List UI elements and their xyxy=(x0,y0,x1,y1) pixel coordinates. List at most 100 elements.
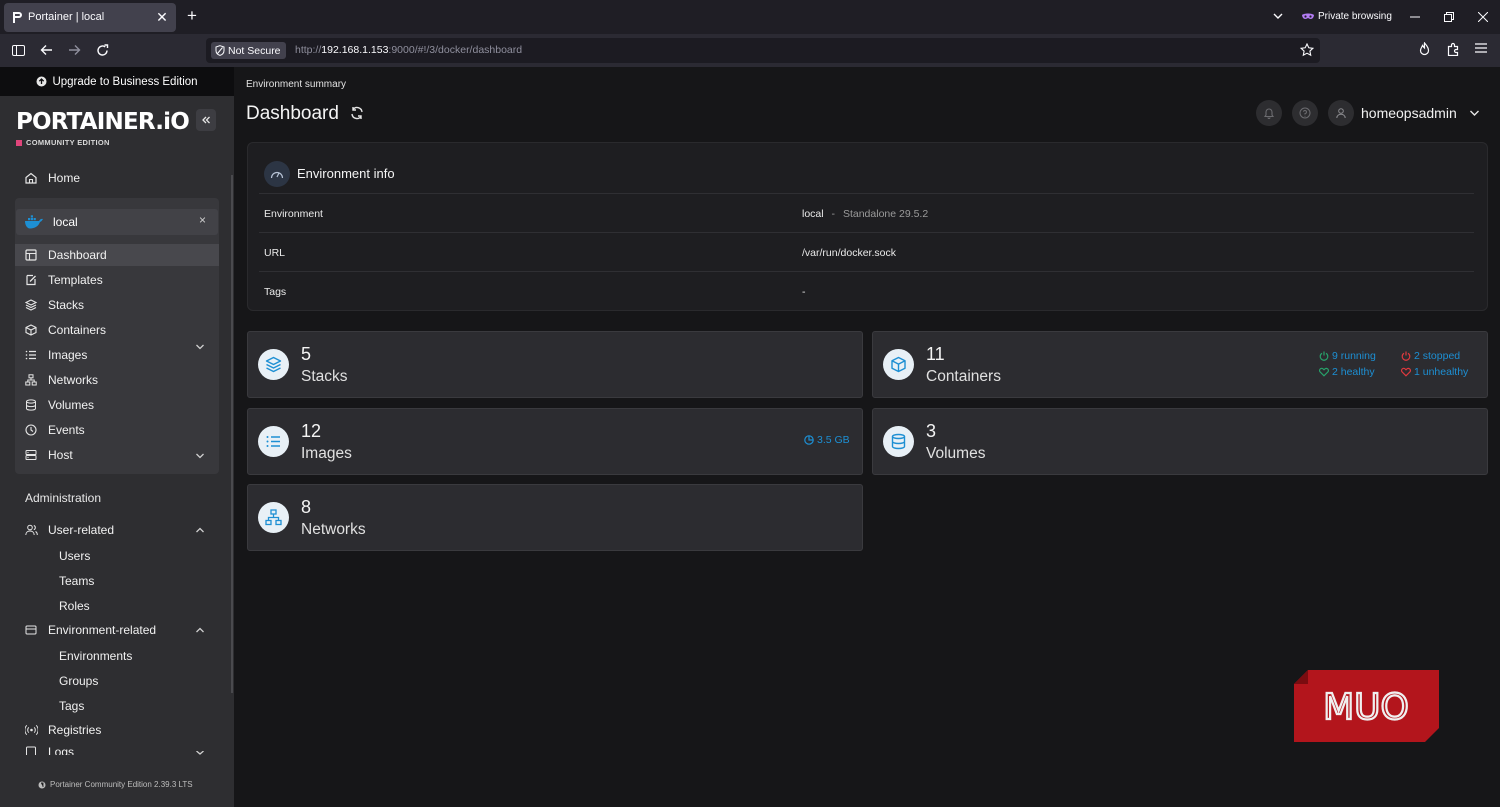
version-text: Portainer Community Edition 2.39.3 LTS xyxy=(50,780,193,789)
containers-icon xyxy=(883,349,914,380)
containers-card[interactable]: 11 Containers 9 running 2 stopped 2 heal… xyxy=(872,331,1488,398)
images-card[interactable]: 12 Images 3.5 GB xyxy=(247,408,863,475)
chevron-up-icon[interactable] xyxy=(195,626,205,634)
muo-watermark-logo: MUO xyxy=(1294,670,1439,742)
user-icon xyxy=(1336,108,1346,119)
url-text[interactable]: http://192.168.1.153:9000/#!/3/docker/da… xyxy=(295,44,522,56)
refresh-icon[interactable] xyxy=(350,106,364,120)
sidebar-item-label: Dashboard xyxy=(48,248,107,262)
back-button[interactable] xyxy=(37,41,55,59)
sidebar-item-templates[interactable]: Templates xyxy=(24,270,103,290)
brand-square-icon xyxy=(16,139,22,146)
stacks-card[interactable]: 5 Stacks xyxy=(247,331,863,398)
sidebar-item-events[interactable]: Events xyxy=(24,420,85,440)
env-row-url-value: /var/run/docker.sock xyxy=(802,247,896,259)
host-icon xyxy=(24,448,38,462)
not-secure-badge[interactable]: Not Secure xyxy=(211,42,286,59)
restore-button[interactable] xyxy=(1432,8,1466,26)
private-browsing-indicator: Private browsing xyxy=(1302,11,1392,22)
arrow-left-icon xyxy=(40,45,52,55)
sidebar-toggle-button[interactable] xyxy=(9,41,27,59)
unhealthy-status: 1 unhealthy xyxy=(1401,366,1468,378)
networks-label: Networks xyxy=(301,521,366,538)
help-button[interactable] xyxy=(1292,100,1318,126)
dashboard-icon xyxy=(24,248,38,262)
username[interactable]: homeopsadmin xyxy=(1361,105,1457,121)
sidebar-item-home[interactable]: Home xyxy=(24,168,80,188)
sidebar-item-environment-related[interactable]: Environment-related xyxy=(24,620,156,640)
url-path: :9000/#!/3/docker/dashboard xyxy=(388,44,523,56)
help-circle-icon xyxy=(1299,107,1311,119)
chevron-down-icon[interactable] xyxy=(195,343,205,351)
close-icon xyxy=(1478,12,1488,22)
sidebar-item-tags[interactable]: Tags xyxy=(59,699,84,713)
private-mask-icon xyxy=(1302,13,1314,19)
portainer-logo[interactable]: PORTAINER.iO xyxy=(16,109,190,135)
sidebar-item-label: Registries xyxy=(48,723,102,737)
networks-card[interactable]: 8 Networks xyxy=(247,484,863,551)
sidebar-item-label: Events xyxy=(48,423,85,437)
user-avatar[interactable] xyxy=(1328,100,1354,126)
sidebar-item-roles[interactable]: Roles xyxy=(59,599,90,613)
minimize-button[interactable] xyxy=(1398,8,1432,26)
chevron-down-icon[interactable] xyxy=(1469,109,1480,117)
sidebar-scrollbar[interactable] xyxy=(231,175,233,693)
sidebar-item-users[interactable]: Users xyxy=(59,549,90,563)
list-all-tabs-button[interactable] xyxy=(1272,10,1284,22)
volumes-card[interactable]: 3 Volumes xyxy=(872,408,1488,475)
reload-icon xyxy=(96,43,108,56)
version-footer: Portainer Community Edition 2.39.3 LTS xyxy=(38,780,193,789)
new-tab-button[interactable]: + xyxy=(183,6,201,26)
sidebar-item-host[interactable]: Host xyxy=(24,445,73,465)
sidebar-item-networks[interactable]: Networks xyxy=(24,370,98,390)
heart-healthy-icon xyxy=(1319,367,1329,377)
edition-label: COMMUNITY EDITION xyxy=(16,138,110,147)
sidebar-item-label: Containers xyxy=(48,323,107,337)
sidebar-item-stacks[interactable]: Stacks xyxy=(24,295,84,315)
close-window-button[interactable] xyxy=(1466,8,1500,26)
environment-selector[interactable]: local × xyxy=(16,209,218,235)
reload-button[interactable] xyxy=(93,41,111,59)
tab-close-button[interactable]: ✕ xyxy=(154,9,170,26)
browser-nav-bar: Not Secure http://192.168.1.153:9000/#!/… xyxy=(0,34,1500,67)
sidebar-item-dashboard[interactable]: Dashboard xyxy=(24,245,107,265)
sidebar-item-label: Home xyxy=(48,171,81,185)
sidebar-item-volumes[interactable]: Volumes xyxy=(24,395,94,415)
power-icon xyxy=(1319,351,1329,361)
tab-title: Portainer | local xyxy=(28,11,105,23)
sidebar-item-groups[interactable]: Groups xyxy=(59,674,98,688)
address-bar[interactable]: Not Secure http://192.168.1.153:9000/#!/… xyxy=(206,38,1320,63)
browser-tab-bar: Portainer | local ✕ + Private browsing xyxy=(0,0,1500,34)
chevron-down-icon[interactable] xyxy=(195,452,205,460)
collapse-sidebar-button[interactable] xyxy=(196,109,216,131)
browser-tab[interactable]: Portainer | local ✕ xyxy=(4,3,176,32)
sidebar-item-registries[interactable]: Registries xyxy=(24,720,101,740)
networks-icon xyxy=(258,502,289,533)
chevron-down-icon[interactable] xyxy=(195,751,205,755)
healthy-count: 2 healthy xyxy=(1332,366,1375,378)
env-row-url-key: URL xyxy=(264,247,286,259)
templates-icon xyxy=(24,273,38,287)
stacks-label: Stacks xyxy=(301,368,348,385)
arrow-right-icon xyxy=(68,45,80,55)
menu-hamburger-icon[interactable] xyxy=(1475,42,1487,54)
images-icon xyxy=(24,348,38,362)
notifications-button[interactable] xyxy=(1256,100,1282,126)
env-row-environment-key: Environment xyxy=(264,208,323,220)
upgrade-banner[interactable]: Upgrade to Business Edition xyxy=(0,67,234,96)
forward-button[interactable] xyxy=(65,41,83,59)
chevron-up-icon[interactable] xyxy=(195,526,205,534)
sidebar-item-user-related[interactable]: User-related xyxy=(24,520,114,540)
bookmark-star-icon[interactable] xyxy=(1300,43,1314,57)
containers-count: 11 xyxy=(926,344,945,364)
firefox-view-icon[interactable] xyxy=(1418,42,1431,56)
sidebar-item-images[interactable]: Images xyxy=(24,345,87,365)
sidebar-item-environments[interactable]: Environments xyxy=(59,649,132,663)
extensions-icon[interactable] xyxy=(1447,42,1460,56)
sidebar-item-containers[interactable]: Containers xyxy=(24,320,106,340)
sidebar-item-teams[interactable]: Teams xyxy=(59,574,94,588)
divider xyxy=(259,271,1474,272)
sidebar-item-logs[interactable]: Logs xyxy=(24,745,74,755)
stacks-icon xyxy=(24,298,38,312)
close-environment-button[interactable]: × xyxy=(199,213,206,227)
